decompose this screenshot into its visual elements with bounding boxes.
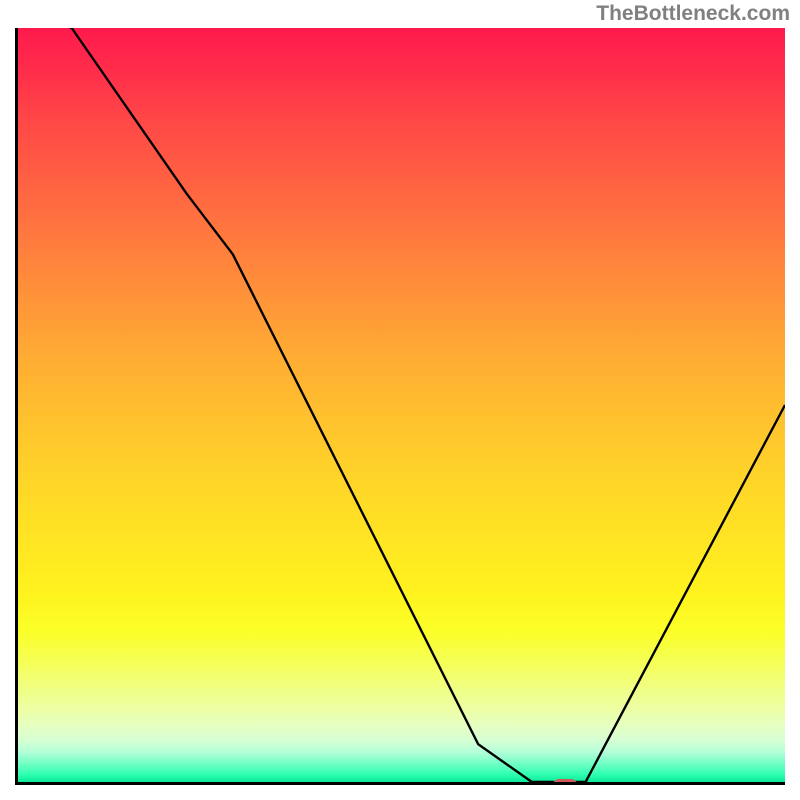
plot-area: [15, 28, 785, 785]
gradient-background: [18, 28, 785, 782]
optimum-marker: [553, 779, 577, 785]
attribution-label: TheBottleneck.com: [596, 2, 790, 26]
chart-container: TheBottleneck.com: [0, 0, 800, 800]
